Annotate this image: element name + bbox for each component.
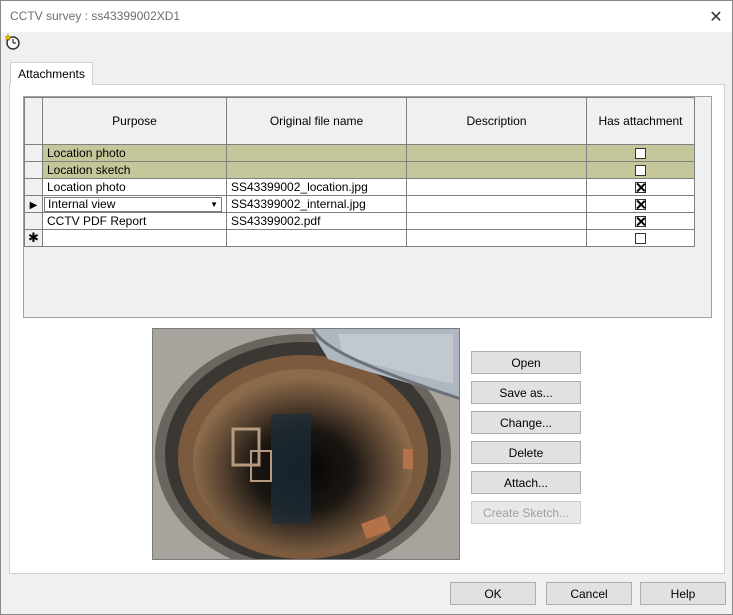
cancel-button[interactable]: Cancel bbox=[546, 582, 632, 605]
save-as-button[interactable]: Save as... bbox=[471, 381, 581, 404]
cell-description[interactable] bbox=[406, 161, 587, 179]
cell-file-name[interactable] bbox=[226, 144, 407, 162]
cell-purpose[interactable]: Internal view ▼ bbox=[42, 195, 227, 213]
close-icon: ✕ bbox=[709, 8, 723, 26]
purpose-dropdown[interactable]: Internal view ▼ bbox=[44, 196, 222, 212]
cell-has-attachment[interactable] bbox=[586, 161, 695, 179]
attachments-grid[interactable]: Purpose Original file name Description H… bbox=[23, 96, 712, 318]
row-selector[interactable] bbox=[24, 161, 43, 179]
delete-button[interactable]: Delete bbox=[471, 441, 581, 464]
column-header-purpose[interactable]: Purpose bbox=[42, 97, 227, 145]
window-title: CCTV survey : ss43399002XD1 bbox=[10, 9, 181, 23]
ok-button[interactable]: OK bbox=[450, 582, 536, 605]
cell-purpose[interactable]: CCTV PDF Report bbox=[42, 212, 227, 230]
cell-has-attachment[interactable] bbox=[586, 144, 695, 162]
clock-star-icon[interactable] bbox=[5, 34, 21, 50]
tab-attachments[interactable]: Attachments bbox=[10, 62, 93, 85]
cell-description[interactable] bbox=[406, 178, 587, 196]
cell-purpose[interactable]: Location photo bbox=[42, 178, 227, 196]
open-button[interactable]: Open bbox=[471, 351, 581, 374]
row-selector[interactable] bbox=[24, 178, 43, 196]
has-attachment-checkbox[interactable] bbox=[635, 148, 646, 160]
cell-file-name[interactable] bbox=[226, 161, 407, 179]
attachment-preview-image bbox=[152, 328, 460, 560]
new-row[interactable]: ✱ bbox=[24, 229, 695, 247]
change-button[interactable]: Change... bbox=[471, 411, 581, 434]
tab-attachments-label: Attachments bbox=[18, 67, 85, 81]
attach-button[interactable]: Attach... bbox=[471, 471, 581, 494]
column-header-file-name[interactable]: Original file name bbox=[226, 97, 407, 145]
manhole-interior-photo bbox=[153, 329, 459, 559]
cell-purpose[interactable] bbox=[42, 229, 227, 247]
cell-description[interactable] bbox=[406, 229, 587, 247]
has-attachment-checkbox[interactable] bbox=[635, 216, 646, 228]
column-header-description[interactable]: Description bbox=[406, 97, 587, 145]
cell-file-name[interactable] bbox=[226, 229, 407, 247]
row-selector[interactable]: ▶ bbox=[24, 195, 43, 213]
cell-has-attachment[interactable] bbox=[586, 178, 695, 196]
row-selector[interactable]: ✱ bbox=[24, 229, 43, 247]
has-attachment-checkbox[interactable] bbox=[635, 233, 646, 245]
cell-purpose[interactable]: Location sketch bbox=[42, 161, 227, 179]
attachments-table: Purpose Original file name Description H… bbox=[24, 97, 695, 247]
row-selector[interactable] bbox=[24, 212, 43, 230]
table-row[interactable]: Location sketch bbox=[24, 161, 695, 179]
dialog-window: CCTV survey : ss43399002XD1 ✕ Attachment… bbox=[0, 0, 733, 615]
title-bar: CCTV survey : ss43399002XD1 ✕ bbox=[1, 1, 732, 32]
cell-description[interactable] bbox=[406, 212, 587, 230]
has-attachment-checkbox[interactable] bbox=[635, 182, 646, 194]
row-header-corner bbox=[24, 97, 43, 145]
cell-has-attachment[interactable] bbox=[586, 195, 695, 213]
current-row-icon: ▶ bbox=[29, 200, 38, 211]
cell-file-name[interactable]: SS43399002.pdf bbox=[226, 212, 407, 230]
close-button[interactable]: ✕ bbox=[700, 1, 732, 32]
has-attachment-checkbox[interactable] bbox=[635, 165, 646, 177]
cell-has-attachment[interactable] bbox=[586, 229, 695, 247]
row-selector[interactable] bbox=[24, 144, 43, 162]
cell-file-name[interactable]: SS43399002_location.jpg bbox=[226, 178, 407, 196]
cell-has-attachment[interactable] bbox=[586, 212, 695, 230]
table-row[interactable]: Location photo bbox=[24, 144, 695, 162]
column-header-has-attachment[interactable]: Has attachment bbox=[586, 97, 695, 145]
chevron-down-icon[interactable]: ▼ bbox=[210, 200, 218, 209]
has-attachment-checkbox[interactable] bbox=[635, 199, 646, 211]
table-row[interactable]: CCTV PDF Report SS43399002.pdf bbox=[24, 212, 695, 230]
purpose-dropdown-value: Internal view bbox=[48, 197, 116, 211]
help-button[interactable]: Help bbox=[640, 582, 726, 605]
cell-description[interactable] bbox=[406, 144, 587, 162]
create-sketch-button[interactable]: Create Sketch... bbox=[471, 501, 581, 524]
cell-file-name[interactable]: SS43399002_internal.jpg bbox=[226, 195, 407, 213]
table-row[interactable]: Location photo SS43399002_location.jpg bbox=[24, 178, 695, 196]
new-row-icon: ✱ bbox=[28, 230, 39, 245]
cell-purpose[interactable]: Location photo bbox=[42, 144, 227, 162]
cell-description[interactable] bbox=[406, 195, 587, 213]
table-row[interactable]: ▶ Internal view ▼ SS43399002_internal.jp… bbox=[24, 195, 695, 213]
